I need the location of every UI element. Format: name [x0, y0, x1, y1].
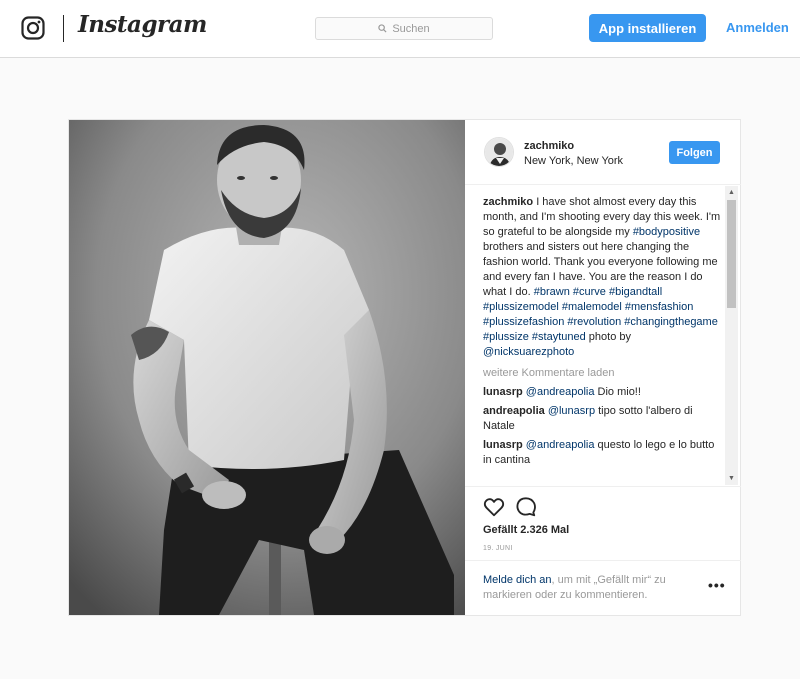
comment-mention[interactable]: @andreapolia [526, 386, 595, 398]
scroll-up-arrow-icon[interactable]: ▲ [725, 186, 738, 199]
caption-mention[interactable]: @nicksuarezphoto [483, 346, 574, 358]
post-actions: Gefällt 2.326 Mal 19. JUNI Melde dich an… [465, 486, 741, 615]
instagram-camera-icon[interactable] [21, 16, 45, 40]
caption-hashtag[interactable]: #bodypositive [633, 226, 700, 238]
like-count[interactable]: Gefällt 2.326 Mal [483, 524, 569, 536]
post-header: zachmiko New York, New York Folgen [465, 120, 741, 185]
scroll-down-arrow-icon[interactable]: ▼ [725, 472, 738, 485]
comment-username[interactable]: andreapolia [483, 405, 545, 417]
post-date[interactable]: 19. JUNI [483, 545, 513, 552]
caption-text: photo by [585, 331, 631, 343]
comment-icon[interactable] [515, 496, 537, 518]
more-options-icon[interactable]: ••• [708, 577, 726, 593]
login-prompt-text: Melde dich an, um mit „Gefällt mir“ zu m… [483, 573, 695, 603]
post-photo[interactable] [69, 120, 465, 615]
comment-username[interactable]: lunasrp [483, 439, 523, 451]
comment-username[interactable]: lunasrp [483, 386, 523, 398]
post-caption: zachmiko I have shot almost every day th… [483, 195, 723, 360]
comments-section: zachmiko I have shot almost every day th… [465, 186, 741, 486]
search-icon [378, 24, 387, 33]
post-card: zachmiko New York, New York Folgen zachm… [68, 119, 741, 616]
caption-username[interactable]: zachmiko [483, 196, 533, 208]
login-prompt: Melde dich an, um mit „Gefällt mir“ zu m… [465, 560, 741, 616]
heart-icon[interactable] [483, 496, 505, 518]
post-location[interactable]: New York, New York [524, 155, 623, 167]
logo-divider [63, 15, 64, 42]
search-placeholder: Suchen [392, 22, 430, 35]
search-input[interactable]: Suchen [315, 17, 493, 40]
comment-mention[interactable]: @lunasrp [548, 405, 595, 417]
login-link[interactable]: Anmelden [726, 20, 789, 35]
comment-mention[interactable]: @andreapolia [526, 439, 595, 451]
follow-button[interactable]: Folgen [669, 141, 720, 164]
login-prompt-link[interactable]: Melde dich an [483, 574, 552, 586]
post-side-panel: zachmiko New York, New York Folgen zachm… [465, 120, 741, 615]
comment: lunasrp @andreapolia Dio mio!! [483, 385, 723, 400]
install-app-button[interactable]: App installieren [589, 14, 706, 42]
instagram-wordmark[interactable]: Instagram [78, 11, 207, 38]
comments-scrollbar[interactable]: ▲ ▼ [725, 186, 738, 485]
comment: lunasrp @andreapolia questo lo lego e lo… [483, 438, 723, 468]
top-navigation-bar: Instagram Suchen App installieren Anmeld… [0, 0, 800, 58]
avatar[interactable] [484, 137, 514, 167]
scroll-thumb[interactable] [727, 200, 736, 308]
load-more-comments[interactable]: weitere Kommentare laden [483, 366, 723, 381]
comment: andreapolia @lunasrp tipo sotto l'albero… [483, 404, 723, 434]
comment-text: Dio mio!! [594, 386, 641, 398]
post-username[interactable]: zachmiko [524, 140, 574, 152]
